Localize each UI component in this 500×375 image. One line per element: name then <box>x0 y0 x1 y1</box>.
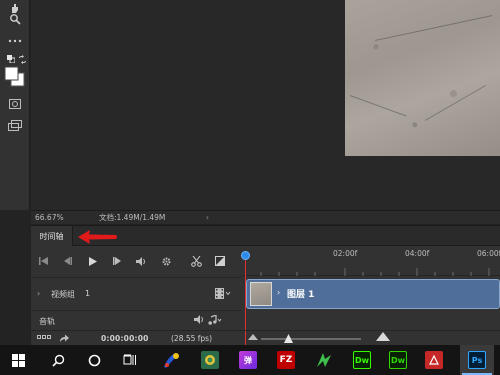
frame-rate: (28.55 fps) <box>171 334 213 343</box>
zoom-slider-knob[interactable] <box>284 334 293 343</box>
zoom-out-mountain-icon[interactable] <box>248 334 258 340</box>
play-icon[interactable] <box>87 255 99 267</box>
time-ruler[interactable]: 02:00f 04:00f 06:00f <box>241 248 500 262</box>
clip-label: 图层 1 <box>287 290 315 300</box>
render-dots-icon[interactable] <box>37 335 51 342</box>
first-frame-icon[interactable] <box>37 255 49 267</box>
export-arrow-icon[interactable] <box>59 334 70 343</box>
audio-track[interactable]: 音轨 <box>31 312 241 330</box>
media-player-app-icon[interactable]: 弹 <box>236 349 260 371</box>
foreground-background-color-icon[interactable] <box>4 66 26 88</box>
search-icon[interactable] <box>46 349 70 371</box>
cortana-circle-icon[interactable] <box>82 349 106 371</box>
settings-gear-icon[interactable] <box>159 255 173 267</box>
red-app-icon[interactable] <box>422 349 446 371</box>
more-tools-icon[interactable] <box>7 34 23 48</box>
previous-frame-icon[interactable] <box>61 255 73 267</box>
tab-timeline[interactable]: 时间轴 <box>31 226 73 246</box>
tools-panel <box>0 0 30 210</box>
ruler-label: 04:00f <box>405 249 430 258</box>
music-note-icon[interactable] <box>208 315 222 325</box>
panel-tab-bar: 时间轴 <box>31 226 500 246</box>
document-size-info: 文档:1.49M/1.49M <box>99 213 166 222</box>
ruler-ticks <box>241 262 500 276</box>
status-menu-chevron-icon[interactable]: › <box>206 213 209 222</box>
audio-mute-icon[interactable] <box>135 255 147 267</box>
audio-track-label: 音轨 <box>39 317 55 326</box>
photo-gallery-app-icon[interactable] <box>198 349 222 371</box>
timeline-panel: 时间轴 02:00f 04:00f 06:00f › 视频组 1 › 图层 1 … <box>31 225 500 346</box>
status-bar: 66.67% 文档:1.49M/1.49M › <box>31 210 500 224</box>
playhead-handle[interactable] <box>241 251 250 260</box>
video-group-track[interactable]: › 视频组 1 <box>31 277 241 311</box>
current-timecode[interactable]: 0:00:00:00 <box>101 334 149 343</box>
filezilla-app-icon[interactable]: FZ <box>274 349 298 371</box>
track-number: 1 <box>85 289 91 298</box>
task-view-icon[interactable] <box>118 349 142 371</box>
document-image[interactable] <box>345 0 500 156</box>
start-windows-icon[interactable] <box>6 349 30 371</box>
ruler-label: 02:00f <box>333 249 358 258</box>
zoom-in-mountain-icon[interactable] <box>376 332 390 341</box>
swap-colors-icon[interactable] <box>14 52 30 66</box>
speaker-icon[interactable] <box>194 315 204 324</box>
dreamweaver-app-icon[interactable]: Dw <box>350 349 374 371</box>
clip-thumbnail <box>250 282 272 306</box>
zoom-icon[interactable] <box>7 12 23 26</box>
audio-track-controls <box>194 315 222 325</box>
timeline-zoom-slider[interactable] <box>261 338 361 340</box>
photoshop-app-icon[interactable]: Ps <box>465 349 489 371</box>
paint-brush-app-icon[interactable] <box>160 349 184 371</box>
dreamweaver-window-icon[interactable]: Dw <box>386 349 410 371</box>
windows-taskbar: 弹 FZ Dw Dw Ps <box>0 345 500 375</box>
ruler-label: 06:00f <box>477 249 500 258</box>
green-tool-app-icon[interactable] <box>312 349 336 371</box>
split-scissors-icon[interactable] <box>189 255 203 267</box>
clip-expand-chevron-icon[interactable]: › <box>277 288 280 297</box>
layer-clip[interactable]: › 图层 1 <box>246 279 500 309</box>
screen-mode-icon[interactable] <box>7 118 23 132</box>
red-arrow-annotation-icon <box>78 230 117 244</box>
playback-controls <box>31 248 241 276</box>
transition-icon[interactable] <box>213 255 227 267</box>
film-strip-icon[interactable] <box>215 288 231 301</box>
quick-mask-icon[interactable] <box>7 97 23 111</box>
zoom-level[interactable]: 66.67% <box>35 213 64 222</box>
expand-chevron-icon[interactable]: › <box>37 289 40 298</box>
timeline-footer: 0:00:00:00 (28.55 fps) <box>31 330 500 346</box>
track-name: 视频组 <box>51 290 75 299</box>
next-frame-icon[interactable] <box>111 255 123 267</box>
